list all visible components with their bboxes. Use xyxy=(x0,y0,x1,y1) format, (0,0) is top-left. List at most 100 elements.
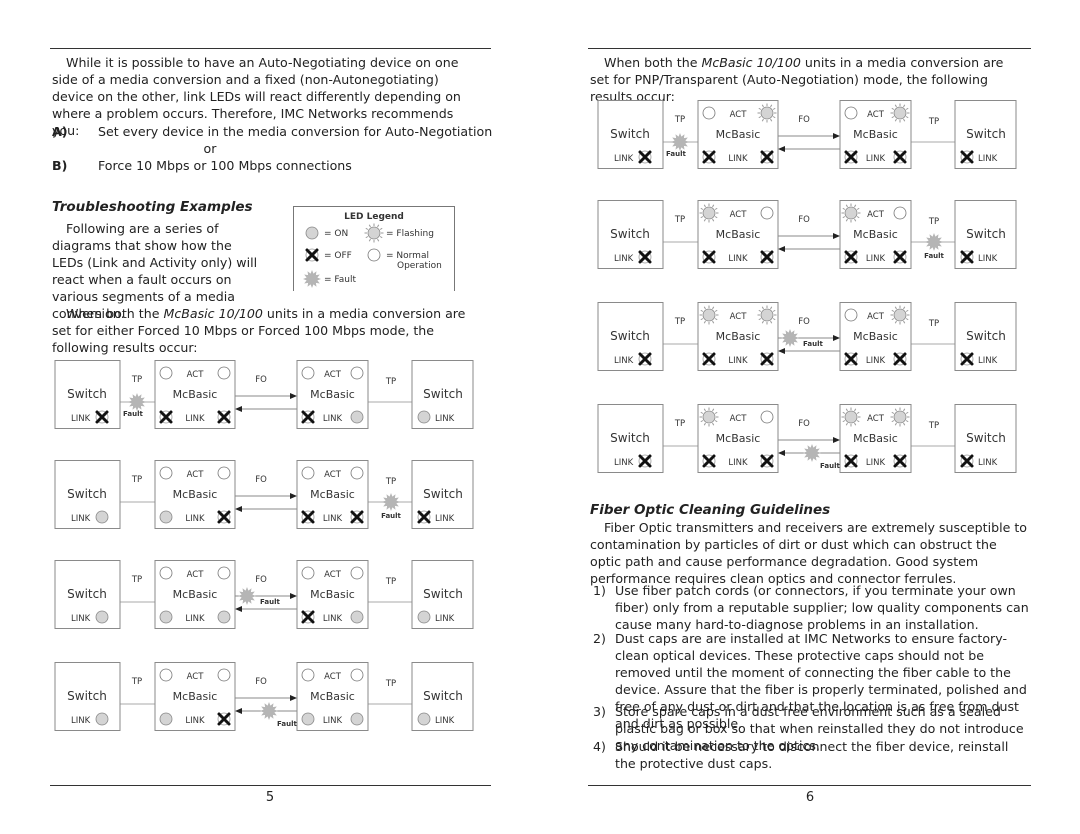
led-off-icon xyxy=(159,410,173,424)
link-label: LINK xyxy=(435,414,455,424)
mcbasic-left: ACT McBasic LINK xyxy=(154,560,236,629)
mcbasic-label: McBasic xyxy=(310,388,355,401)
led-off-icon xyxy=(702,352,716,366)
led-on-icon xyxy=(305,226,319,240)
forced-diagram-3: TP FO TP Switch LINK ACT McBasic LINK ACT McBasic… xyxy=(54,560,479,632)
switch-left: Switch LINK xyxy=(597,302,664,371)
option-b: B) Force 10 Mbps or 100 Mbps connections xyxy=(52,157,528,174)
arrow-left-icon xyxy=(235,708,242,714)
fault-icon xyxy=(128,393,146,411)
led-normal-icon xyxy=(350,566,364,580)
pnp-diagram-3: TP FO TP Switch LINK ACT McBasic LINK ACT McBasic… xyxy=(597,302,1022,374)
led-off-icon xyxy=(844,352,858,366)
legend-normal: = Normal xyxy=(386,251,429,261)
item-number: 4) xyxy=(593,739,606,754)
diagram-graphic: TP FO TP Switch LINK ACT McBasic LINK ACT McBasic… xyxy=(54,560,474,629)
fo-label: FO xyxy=(255,375,267,385)
switch-left: Switch LINK xyxy=(54,360,121,429)
mcbasic-label: McBasic xyxy=(716,432,761,445)
led-normal-icon xyxy=(367,248,381,262)
led-off-icon xyxy=(960,150,974,164)
led-off-icon xyxy=(217,510,231,524)
led-off-icon xyxy=(844,250,858,264)
led-normal-icon xyxy=(159,466,173,480)
switch-left: Switch LINK xyxy=(54,662,121,731)
led-off-icon xyxy=(893,250,907,264)
link-label: LINK xyxy=(614,154,634,164)
led-on-icon xyxy=(95,510,109,524)
tp-label: TP xyxy=(674,317,685,327)
led-on-icon xyxy=(159,610,173,624)
arrow-right-icon xyxy=(833,335,840,341)
mcbasic-label: McBasic xyxy=(716,128,761,141)
act-label: ACT xyxy=(187,470,205,480)
link-label: LINK xyxy=(978,254,998,264)
switch-label: Switch xyxy=(423,587,463,601)
link-label: LINK xyxy=(185,614,205,624)
tp-label: TP xyxy=(674,115,685,125)
led-normal-icon xyxy=(350,366,364,380)
switch-right: Switch LINK xyxy=(411,360,474,429)
led-off-icon xyxy=(760,352,774,366)
led-off-icon xyxy=(638,150,652,164)
link-label: LINK xyxy=(71,614,91,624)
led-off-icon xyxy=(893,150,907,164)
led-on-icon xyxy=(417,410,431,424)
led-normal-icon xyxy=(301,366,315,380)
switch-label: Switch xyxy=(966,329,1006,343)
mcbasic-right: ACT McBasic LINK xyxy=(839,200,912,269)
option-text: Force 10 Mbps or 100 Mbps connections xyxy=(98,158,352,173)
arrow-right-icon xyxy=(290,593,297,599)
led-off-icon xyxy=(350,510,364,524)
link-label: LINK xyxy=(978,154,998,164)
led-off-icon xyxy=(702,454,716,468)
led-on-icon xyxy=(95,712,109,726)
link-label: LINK xyxy=(71,716,91,726)
led-on-icon xyxy=(417,610,431,624)
mcbasic-label: McBasic xyxy=(716,330,761,343)
arrow-left-icon xyxy=(778,146,785,152)
link-label: LINK xyxy=(323,716,343,726)
link-label: LINK xyxy=(614,254,634,264)
act-label: ACT xyxy=(730,210,748,220)
link-label: LINK xyxy=(435,716,455,726)
led-off-icon xyxy=(960,352,974,366)
link-label: LINK xyxy=(728,154,748,164)
act-label: ACT xyxy=(324,370,342,380)
act-label: ACT xyxy=(324,570,342,580)
pnp-diagram-1: TP FO TP Switch LINK ACT McBasic LINK ACT McBasic… xyxy=(597,100,1022,172)
fault-label: Fault xyxy=(277,720,297,728)
link-label: LINK xyxy=(323,414,343,424)
mcbasic-label: McBasic xyxy=(853,330,898,343)
switch-left: Switch LINK xyxy=(54,460,121,529)
switch-right: Switch LINK xyxy=(411,662,474,731)
act-label: ACT xyxy=(867,312,885,322)
tp-label: TP xyxy=(385,577,396,587)
led-normal-icon xyxy=(893,206,907,220)
bottom-rule-right xyxy=(588,785,1031,786)
diagram-graphic: TP FO TP Switch LINK ACT McBasic LINK ACT McBasic… xyxy=(597,200,1017,269)
act-label: ACT xyxy=(730,312,748,322)
led-off-icon xyxy=(760,454,774,468)
tp-label: TP xyxy=(131,375,142,385)
legend-on: = ON xyxy=(324,229,348,239)
diagram-graphic: TP FO TP Switch LINK ACT McBasic LINK ACT McBasic… xyxy=(597,100,1017,169)
mcbasic-label: McBasic xyxy=(853,228,898,241)
arrow-right-icon xyxy=(290,695,297,701)
tp-label: TP xyxy=(928,319,939,329)
mcbasic-label: McBasic xyxy=(310,588,355,601)
mcbasic-label: McBasic xyxy=(173,588,218,601)
led-normal-icon xyxy=(844,308,858,322)
bottom-rule-left xyxy=(50,785,491,786)
fault-label: Fault xyxy=(381,512,401,520)
fo-label: FO xyxy=(798,115,810,125)
led-normal-icon xyxy=(301,566,315,580)
led-on-icon xyxy=(159,510,173,524)
switch-right: Switch LINK xyxy=(954,404,1017,473)
item-number: 1) xyxy=(593,583,606,598)
forced-diagram-2: TP FO TP Switch LINK ACT McBasic LINK ACT McBasic… xyxy=(54,460,479,532)
cleaning-intro: Fiber Optic transmitters and receivers a… xyxy=(590,520,1027,586)
mcbasic-label: McBasic xyxy=(853,128,898,141)
arrow-left-icon xyxy=(778,348,785,354)
legend-normal-2: Operation xyxy=(397,261,442,271)
